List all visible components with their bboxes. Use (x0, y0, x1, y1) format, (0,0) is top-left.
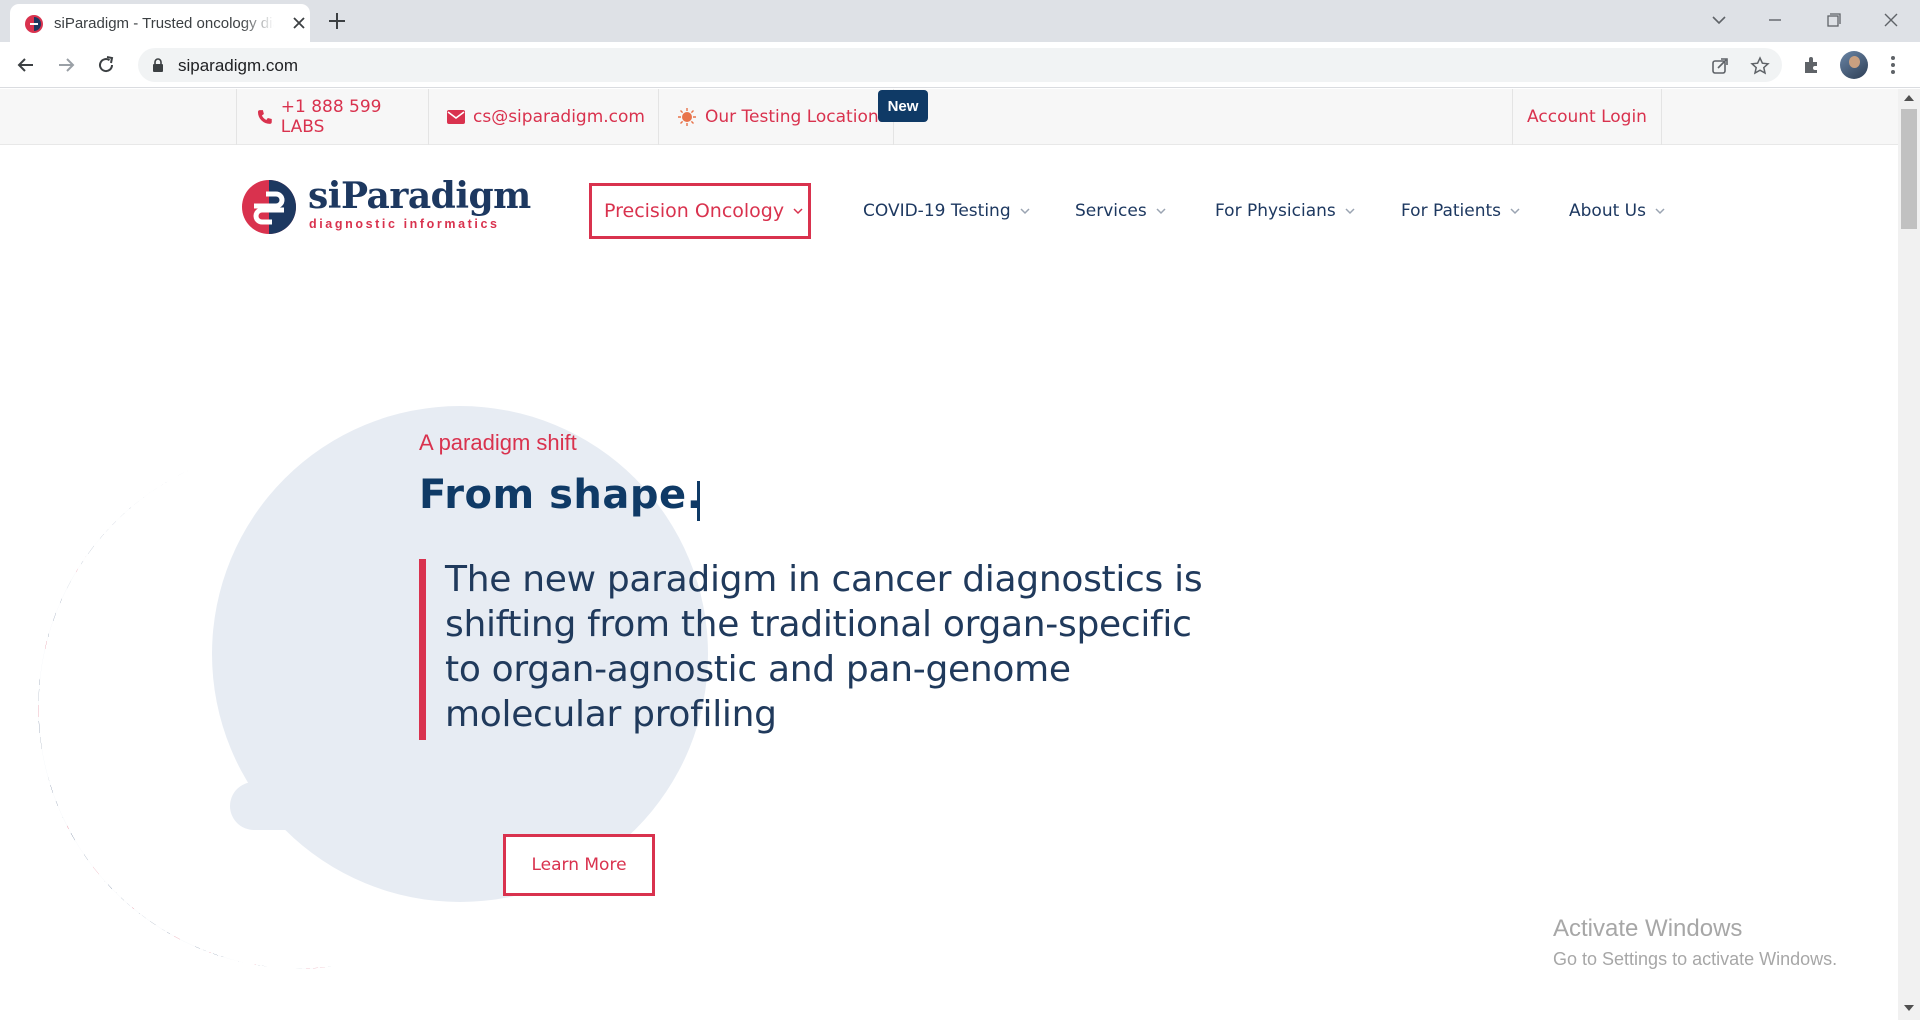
back-icon[interactable] (14, 53, 38, 77)
activate-windows-subtitle: Go to Settings to activate Windows. (1553, 949, 1838, 969)
testing-locations-link[interactable]: Our Testing Locations (658, 89, 894, 145)
phone-text: +1 888 599 LABS (280, 97, 382, 137)
tab-search-icon[interactable] (1704, 8, 1734, 32)
close-tab-icon[interactable] (290, 14, 308, 32)
logo-tagline: diagnostic informatics (309, 217, 500, 231)
account-login-text: Account Login (1527, 107, 1647, 127)
tab-title: siParadigm - Trusted oncology diagnostic… (54, 15, 274, 32)
email-link[interactable]: cs@siparadigm.com (428, 89, 658, 145)
site-logo[interactable]: siParadigm diagnostic informatics (236, 175, 531, 235)
chevron-down-icon (793, 208, 803, 215)
new-tab-icon[interactable] (326, 10, 348, 32)
hero-eyebrow: A paradigm shift (419, 430, 577, 455)
account-login-link[interactable]: Account Login (1512, 89, 1662, 145)
activate-windows-title: Activate Windows (1553, 915, 1743, 942)
browser-tab[interactable]: siParadigm - Trusted oncology diagnostic… (10, 4, 310, 42)
minimize-icon[interactable] (1760, 8, 1790, 32)
reload-icon[interactable] (94, 53, 118, 77)
nav-label: Precision Oncology (604, 200, 785, 222)
page-scrollbar[interactable] (1898, 89, 1920, 1020)
webpage: +1 888 599 LABS cs@siparadigm.com Our Te… (0, 89, 1898, 1020)
nav-about-us[interactable]: About Us (1569, 183, 1666, 239)
nav-label: COVID-19 Testing (863, 201, 1011, 221)
contact-bar: +1 888 599 LABS cs@siparadigm.com Our Te… (0, 89, 1898, 145)
close-window-icon[interactable] (1876, 8, 1906, 32)
hero-headline: From shape. (419, 472, 703, 518)
hero-body-text: The new paradigm in cancer diagnostics i… (445, 559, 1203, 735)
star-icon[interactable] (1750, 56, 1770, 76)
locations-text: Our Testing Locations (705, 107, 888, 127)
chevron-down-icon (1020, 208, 1030, 215)
phone-icon (257, 110, 272, 124)
browser-toolbar: siparadigm.com (0, 42, 1920, 88)
nav-precision-oncology[interactable]: Precision Oncology (589, 183, 811, 239)
typing-cursor (697, 481, 700, 521)
forward-icon[interactable] (54, 53, 78, 77)
url-text: siparadigm.com (178, 56, 298, 75)
email-text: cs@siparadigm.com (473, 107, 645, 127)
scroll-thumb[interactable] (1901, 109, 1917, 229)
menu-icon[interactable] (1882, 54, 1904, 76)
nav-for-physicians[interactable]: For Physicians (1215, 183, 1356, 239)
lock-icon (153, 58, 163, 72)
mail-icon (447, 110, 465, 124)
profile-avatar[interactable] (1840, 51, 1868, 79)
virus-icon (678, 108, 696, 126)
nav-for-patients[interactable]: For Patients (1401, 183, 1521, 239)
nav-covid-testing[interactable]: COVID-19 Testing (863, 183, 1031, 239)
chevron-down-icon (1510, 208, 1520, 215)
scroll-down-arrow-icon[interactable] (1904, 1005, 1914, 1011)
browser-tabstrip: siParadigm - Trusted oncology diagnostic… (0, 0, 1920, 42)
chevron-down-icon (1655, 208, 1665, 215)
quote-accent-bar (419, 559, 426, 740)
phone-link[interactable]: +1 888 599 LABS (236, 89, 428, 145)
new-badge: New (878, 90, 928, 122)
address-bar[interactable]: siparadigm.com (138, 48, 1782, 82)
restore-icon[interactable] (1818, 8, 1848, 32)
nav-label: For Patients (1401, 201, 1502, 221)
chevron-down-icon (1156, 208, 1166, 215)
nav-label: About Us (1569, 201, 1646, 221)
learn-more-button[interactable]: Learn More (503, 834, 655, 896)
scroll-up-arrow-icon[interactable] (1904, 95, 1914, 101)
chevron-down-icon (1345, 208, 1355, 215)
logo-mark-icon (242, 180, 296, 234)
extensions-icon[interactable] (1800, 54, 1822, 76)
logo-name: siParadigm (308, 175, 531, 217)
nav-label: Services (1075, 201, 1147, 221)
share-icon[interactable] (1710, 56, 1730, 76)
nav-services[interactable]: Services (1075, 183, 1167, 239)
site-favicon-icon (25, 15, 43, 33)
nav-label: For Physicians (1215, 201, 1336, 221)
